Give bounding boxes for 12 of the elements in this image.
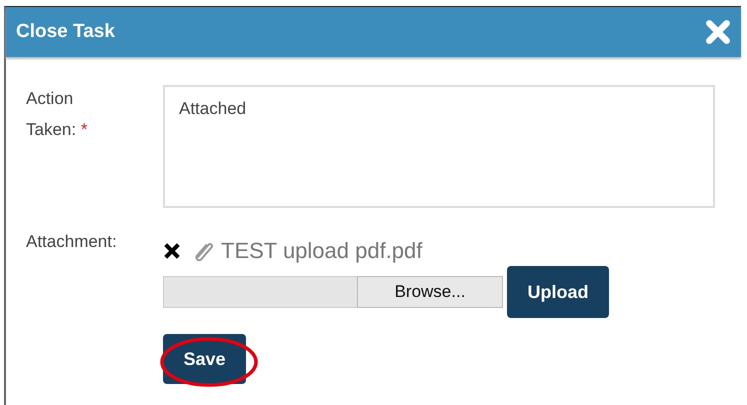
field-label: Attachment: [26,231,118,253]
remove-icon[interactable] [163,242,181,260]
paperclip-icon [193,240,215,262]
upload-button[interactable]: Upload [507,266,609,318]
file-input[interactable]: Browse... [163,276,503,308]
required-mark: * [80,120,88,139]
browse-button[interactable]: Browse... [357,276,503,308]
close-icon[interactable] [705,19,731,45]
file-name[interactable]: TEST upload pdf.pdf [221,238,422,264]
field-label: Action Taken: * [26,88,88,141]
action-taken-field[interactable]: Attached [163,85,715,208]
dialog-title: Close Task [16,21,115,43]
